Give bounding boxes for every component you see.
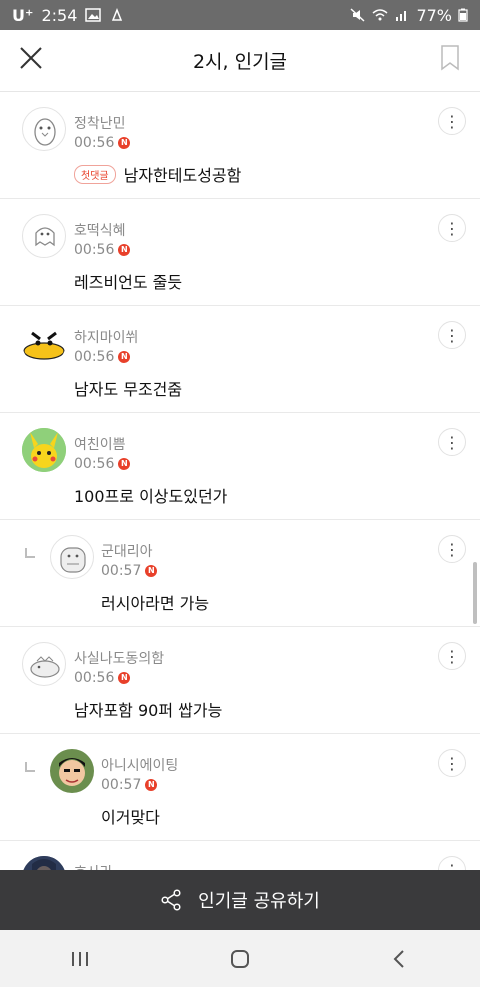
comment-text: 남자도 무조건줌 — [74, 380, 183, 399]
comment-text: 이거맞다 — [101, 808, 160, 827]
more-options-button[interactable]: ⋮ — [438, 214, 466, 242]
first-comment-tag: 첫댓글 — [74, 164, 116, 184]
comment-body: 남자포함 90퍼 쌉가능 — [74, 697, 222, 721]
comment-text: 러시아라면 가능 — [101, 594, 210, 613]
comment-body: 첫댓글 남자한테도성공함 — [74, 162, 241, 186]
comment-body: 100프로 이상도있던가 — [74, 483, 227, 507]
comment-nickname[interactable]: 호사라 — [74, 862, 113, 870]
wifi-icon — [372, 9, 388, 21]
share-icon — [161, 889, 181, 911]
more-options-button[interactable]: ⋮ — [438, 856, 466, 870]
comment-time: 00:56 N — [74, 670, 131, 686]
new-badge: N — [145, 779, 158, 791]
comment-nickname[interactable]: 호떡식혜 — [74, 220, 126, 240]
reply-indicator-icon — [25, 548, 35, 558]
carrier-label: U⁺ — [12, 5, 34, 25]
new-badge: N — [118, 672, 131, 684]
comment-time-text: 00:56 — [74, 135, 115, 151]
more-options-button[interactable]: ⋮ — [438, 535, 466, 563]
app-notification-icon — [112, 8, 123, 21]
new-badge: N — [118, 351, 131, 363]
comment-item: 여친이쁨 00:56 N 100프로 이상도있던가 ⋮ — [0, 413, 480, 520]
bookmark-icon[interactable] — [440, 45, 460, 71]
ghost-avatar[interactable] — [22, 214, 66, 258]
page-title: 2시, 인기글 — [192, 51, 288, 73]
comment-time: 00:56 N — [74, 135, 131, 151]
close-icon[interactable] — [18, 45, 44, 71]
hippo-avatar[interactable] — [50, 535, 94, 579]
comment-text: 레즈비언도 줄듯 — [74, 273, 183, 292]
new-badge: N — [118, 137, 131, 149]
reply-indicator-icon — [25, 762, 35, 772]
pikachu-avatar[interactable] — [22, 428, 66, 472]
comment-time-text: 00:56 — [74, 456, 115, 472]
comment-body: 남자도 무조건줌 — [74, 376, 182, 400]
new-badge: N — [118, 244, 131, 256]
comment-item: 호떡식혜 00:56 N 레즈비언도 줄듯 ⋮ — [0, 199, 480, 306]
more-options-button[interactable]: ⋮ — [438, 107, 466, 135]
new-badge: N — [118, 458, 131, 470]
comment-time: 00:57 N — [101, 777, 158, 793]
comment-nickname[interactable]: 정착난민 — [74, 113, 126, 133]
signal-icon — [396, 11, 407, 21]
comment-time-text: 00:57 — [101, 563, 142, 579]
photo-avatar[interactable] — [22, 856, 66, 870]
comment-time-text: 00:56 — [74, 670, 115, 686]
clock: 2:54 — [41, 5, 78, 25]
reply-item: 군대리아 00:57 N 러시아라면 가능 ⋮ — [0, 520, 480, 627]
comment-text: 남자포함 90퍼 쌉가능 — [74, 701, 223, 720]
system-nav-bar — [0, 930, 480, 987]
home-button[interactable] — [220, 939, 260, 979]
more-options-button[interactable]: ⋮ — [438, 749, 466, 777]
comment-nickname[interactable]: 아니시에이팅 — [101, 755, 178, 775]
comment-time-text: 00:56 — [74, 349, 115, 365]
home-icon — [231, 949, 249, 968]
mute-icon — [350, 8, 365, 22]
app-header: 2시, 인기글 — [0, 30, 480, 92]
battery-icon — [458, 8, 468, 22]
comment-text: 남자한테도성공함 — [123, 166, 242, 185]
comment-time: 00:56 N — [74, 349, 131, 365]
comment-time: 00:57 N — [101, 563, 158, 579]
creature-avatar[interactable] — [22, 642, 66, 686]
reply-item: 아니시에이팅 00:57 N 이거맞다 ⋮ — [0, 734, 480, 841]
comment-time: 00:56 N — [74, 242, 131, 258]
person-avatar[interactable] — [50, 749, 94, 793]
comment-body: 이거맞다 — [101, 804, 160, 828]
status-bar: U⁺ 2:54 77% — [0, 0, 480, 30]
recent-apps-icon — [72, 951, 88, 966]
comment-time-text: 00:56 — [74, 242, 115, 258]
share-label: 인기글 공유하기 — [198, 891, 320, 912]
recent-apps-button[interactable] — [60, 939, 100, 979]
scrollbar[interactable] — [473, 562, 477, 624]
comment-nickname[interactable]: 여친이쁨 — [74, 434, 126, 454]
comment-time: 00:56 N — [74, 456, 131, 472]
comment-nickname[interactable]: 군대리아 — [101, 541, 153, 561]
share-button[interactable]: 인기글 공유하기 — [0, 870, 480, 930]
comment-body: 레즈비언도 줄듯 — [74, 269, 182, 293]
back-icon — [393, 949, 404, 968]
back-button[interactable] — [380, 939, 420, 979]
comment-list[interactable]: 정착난민 00:56 N 첫댓글 남자한테도성공함 ⋮ 호떡식혜 00:56 N 레즈… — [0, 92, 480, 870]
comment-item: 하지마이쒸 00:56 N 남자도 무조건줌 ⋮ — [0, 306, 480, 413]
comment-text: 100프로 이상도있던가 — [74, 487, 228, 506]
comment-item: 정착난민 00:56 N 첫댓글 남자한테도성공함 ⋮ — [0, 92, 480, 199]
more-options-button[interactable]: ⋮ — [438, 428, 466, 456]
comment-body: 러시아라면 가능 — [101, 590, 209, 614]
comment-item: 사실나도동의함 00:56 N 남자포함 90퍼 쌉가능 ⋮ — [0, 627, 480, 734]
comment-nickname[interactable]: 사실나도동의함 — [74, 648, 164, 668]
more-options-button[interactable]: ⋮ — [438, 321, 466, 349]
more-options-button[interactable]: ⋮ — [438, 642, 466, 670]
penguin-avatar[interactable] — [22, 107, 66, 151]
comment-item: 호사라 ⋮ — [0, 841, 480, 870]
new-badge: N — [145, 565, 158, 577]
comment-time-text: 00:57 — [101, 777, 142, 793]
battery-percent: 77% — [416, 5, 452, 25]
duck-avatar[interactable] — [22, 321, 66, 365]
gallery-icon — [85, 8, 102, 22]
comment-nickname[interactable]: 하지마이쒸 — [74, 327, 138, 347]
